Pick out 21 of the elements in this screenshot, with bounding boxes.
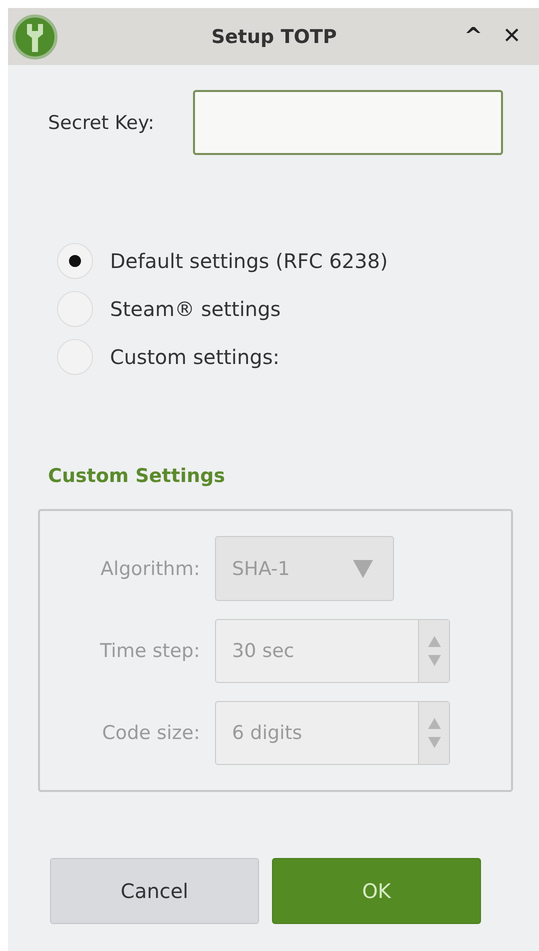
cancel-button[interactable]: Cancel <box>50 858 259 924</box>
field-label: Algorithm: <box>100 558 201 580</box>
field-label: Code size: <box>101 722 201 744</box>
radio-label: Custom settings: <box>110 345 280 369</box>
ok-button[interactable]: OK <box>272 858 481 924</box>
section-heading: Custom Settings <box>48 465 226 487</box>
up-arrow-icon[interactable] <box>428 718 440 729</box>
down-arrow-icon[interactable] <box>428 655 440 666</box>
key-logo-icon <box>12 14 58 60</box>
down-arrow-icon[interactable] <box>428 737 440 748</box>
secret-key-field[interactable] <box>193 90 503 155</box>
radio-button[interactable] <box>57 243 93 279</box>
radio-label: Default settings (RFC 6238) <box>110 249 388 273</box>
field-label: Time step: <box>98 640 201 662</box>
caret-icon <box>353 560 373 578</box>
radio-label: Steam® settings <box>110 297 281 321</box>
up-arrow-icon[interactable] <box>428 636 440 647</box>
close-button[interactable]: ✕ <box>496 24 527 49</box>
window-title: Setup TOTP <box>210 26 338 48</box>
secret-key-label: Secret Key: <box>48 112 156 134</box>
collapse-button[interactable]: ^ <box>458 24 489 49</box>
